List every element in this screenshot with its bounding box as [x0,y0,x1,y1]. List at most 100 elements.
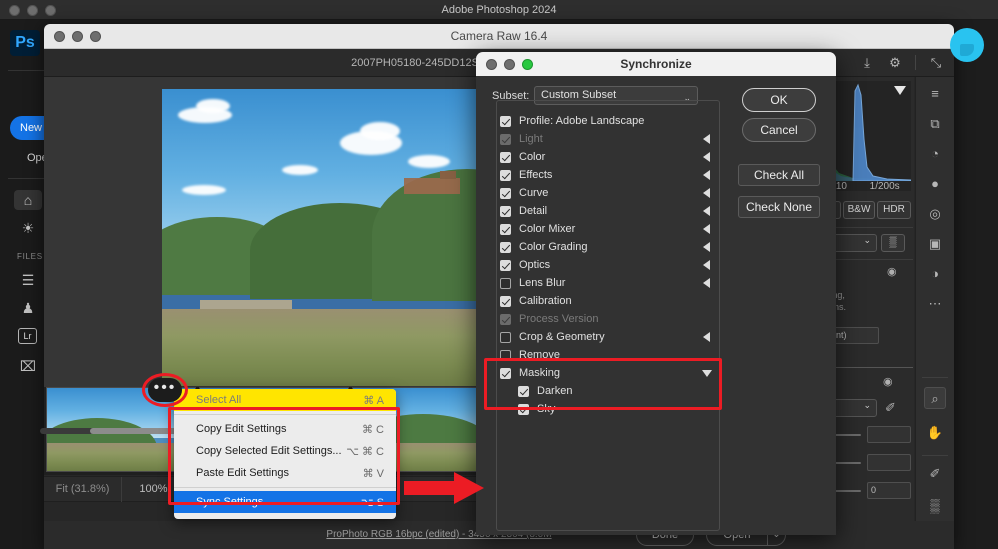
browse-profiles-icon[interactable]: ▒ [881,234,905,252]
context-menu-item-select-all[interactable]: Select All ⌘ A [174,389,396,411]
white-balance-tool-icon[interactable]: ✐ [924,463,946,485]
camera-raw-window-controls[interactable] [54,31,101,42]
checkbox[interactable] [518,403,529,415]
sync-item-masking[interactable]: Masking [500,364,716,382]
temperature-value[interactable] [867,426,911,443]
masking-icon[interactable]: ● [924,173,946,195]
sync-item-color-mixer[interactable]: Color Mixer [500,220,716,238]
chevron-down-icon: ⌄ [863,235,871,245]
bw-button[interactable]: B&W [843,201,875,219]
sync-item-profile-adobe-landscape[interactable]: Profile: Adobe Landscape [500,112,716,130]
synchronize-window-controls[interactable] [486,59,533,70]
red-eye-icon[interactable]: ◎ [924,203,946,225]
minimize-button[interactable] [72,31,83,42]
trash-icon[interactable]: ⌧ [18,356,38,376]
exposure-value[interactable]: 0 [867,482,911,499]
check-none-button[interactable]: Check None [738,196,820,218]
ok-button[interactable]: OK [742,88,816,112]
chevron-left-icon[interactable] [703,152,710,162]
chevron-left-icon[interactable] [703,188,710,198]
checkbox[interactable] [500,331,511,343]
checkbox[interactable] [500,169,511,181]
chevron-left-icon[interactable] [703,170,710,180]
eyedropper-icon[interactable]: ✐ [885,400,896,416]
checkbox[interactable] [500,223,511,235]
maximize-button[interactable] [90,31,101,42]
sync-item-remove[interactable]: Remove [500,346,716,364]
learn-bulb-icon[interactable]: ☀ [18,218,38,238]
context-menu-item-copy-selected-edit-settings[interactable]: Copy Selected Edit Settings... ⌥ ⌘ C [174,440,396,462]
sync-item-optics[interactable]: Optics [500,256,716,274]
close-button[interactable] [486,59,497,70]
visibility-eye-icon[interactable]: ◉ [887,265,897,278]
checkbox[interactable] [500,259,511,271]
checkbox[interactable] [500,187,511,199]
checkbox[interactable] [500,115,511,127]
chevron-left-icon[interactable] [703,224,710,234]
sync-item-darken[interactable]: Darken [500,382,716,400]
presets-icon[interactable]: ▣ [924,233,946,255]
checkbox[interactable] [500,241,511,253]
preferences-gear-icon[interactable]: ⚙ [887,54,903,71]
checkbox[interactable] [500,349,511,361]
sync-item-crop-geometry[interactable]: Crop & Geometry [500,328,716,346]
sync-item-process-version[interactable]: Process Version [500,310,716,328]
shadow-clipping-icon[interactable] [894,86,906,95]
sync-item-color[interactable]: Color [500,148,716,166]
maximize-button[interactable] [522,59,533,70]
visibility-eye-icon-2[interactable]: ◉ [883,375,893,388]
more-options-icon[interactable]: ⋯ [924,293,946,315]
sync-item-lens-blur[interactable]: Lens Blur [500,274,716,292]
sync-item-detail[interactable]: Detail [500,202,716,220]
preview-photo[interactable] [162,89,482,386]
home-icon[interactable]: ⌂ [14,190,42,210]
sync-item-effects[interactable]: Effects [500,166,716,184]
checkbox[interactable] [500,205,511,217]
grid-overlay-icon[interactable]: ▒ [924,495,946,517]
sync-item-color-grading[interactable]: Color Grading [500,238,716,256]
tint-value[interactable] [867,454,911,471]
checkbox[interactable] [500,367,511,379]
files-document-icon[interactable]: ☰ [18,270,38,290]
snapshots-icon[interactable]: ◑ [924,263,946,285]
context-menu-item-copy-edit-settings[interactable]: Copy Edit Settings ⌘ C [174,418,396,440]
user-avatar[interactable] [950,28,984,62]
sync-item-calibration[interactable]: Calibration [500,292,716,310]
crop-icon[interactable]: ⧉ [924,113,946,135]
filmstrip-more-options-button[interactable]: ••• [148,378,182,402]
save-image-icon[interactable]: ⤓ [859,54,875,71]
context-menu-item-update-ai-settings[interactable]: Update AI Settings ⇧⌘ U [174,513,396,519]
sync-item-curve[interactable]: Curve [500,184,716,202]
cancel-button[interactable]: Cancel [742,118,816,142]
edit-sliders-icon[interactable]: ≡ [924,83,946,105]
shared-people-icon[interactable]: ♟ [18,298,38,318]
chevron-left-icon[interactable] [703,260,710,270]
checkbox[interactable] [500,277,511,289]
zoom-tool-icon[interactable]: ⌕ [924,387,946,409]
sync-item-light[interactable]: Light [500,130,716,148]
close-button[interactable] [54,31,65,42]
hand-tool-icon[interactable]: ✋ [924,422,946,444]
context-menu-item-paste-edit-settings[interactable]: Paste Edit Settings ⌘ V [174,462,396,484]
chevron-down-icon[interactable] [702,370,712,377]
chevron-left-icon[interactable] [703,134,710,144]
check-all-button[interactable]: Check All [738,164,820,186]
sync-item-sky[interactable]: Sky [500,400,716,418]
context-menu-item-sync-settings[interactable]: Sync Settings... ⌥ S [174,491,396,513]
minimize-button[interactable] [504,59,515,70]
hdr-button[interactable]: HDR [877,201,911,219]
checkbox[interactable] [500,313,511,325]
fit-zoom-button[interactable]: Fit (31.8%) [44,477,122,502]
checkbox[interactable] [500,133,511,145]
context-menu-item-shortcut: ⇧⌘ U [353,518,384,520]
chevron-left-icon[interactable] [703,278,710,288]
checkbox[interactable] [500,295,511,307]
checkbox[interactable] [500,151,511,163]
chevron-left-icon[interactable] [703,242,710,252]
spot-removal-icon[interactable]: ◔ [924,143,946,165]
lightroom-badge-icon[interactable]: Lr [18,328,37,344]
chevron-left-icon[interactable] [703,332,710,342]
fullscreen-icon[interactable]: ⤡ [928,54,944,71]
checkbox[interactable] [518,385,529,397]
chevron-left-icon[interactable] [703,206,710,216]
